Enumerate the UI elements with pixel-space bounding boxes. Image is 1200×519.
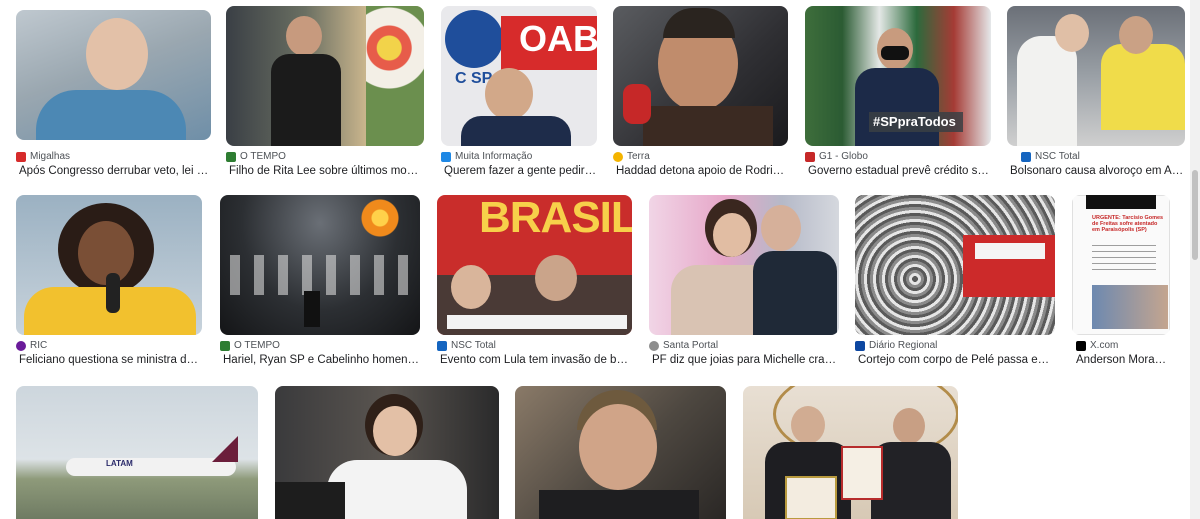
- source-favicon-icon: [220, 340, 230, 351]
- result-source: NSC Total: [1021, 151, 1080, 162]
- result-thumbnail[interactable]: [515, 386, 726, 519]
- result-source: Terra: [613, 151, 650, 162]
- result-thumbnail[interactable]: BRASIL: [437, 195, 632, 335]
- source-favicon-icon: [441, 151, 451, 162]
- result-thumbnail[interactable]: [649, 195, 839, 335]
- result-source: O TEMPO: [226, 151, 286, 162]
- result-title[interactable]: Haddad detona apoio de Rodrig...: [616, 165, 788, 177]
- result-source: Santa Portal: [649, 340, 718, 351]
- brasil-banner-text: BRASIL: [479, 195, 632, 242]
- source-favicon-icon: [16, 340, 26, 351]
- result-title[interactable]: PF diz que joias para Michelle crav...: [652, 354, 839, 366]
- result-source: RIC: [16, 340, 47, 351]
- source-favicon-icon: [226, 151, 236, 162]
- hashtag-overlay: #SPpraTodos: [873, 114, 956, 129]
- source-favicon-icon: [613, 151, 623, 162]
- result-title[interactable]: Feliciano questiona se ministra da ...: [19, 354, 202, 366]
- result-thumbnail[interactable]: [220, 195, 420, 335]
- result-thumbnail[interactable]: [1007, 6, 1185, 146]
- result-thumbnail[interactable]: #SPpraTodos: [805, 6, 991, 146]
- scrollbar[interactable]: [1190, 0, 1200, 519]
- result-title[interactable]: Querem fazer a gente pedir ...: [444, 165, 597, 177]
- source-favicon-icon: [805, 151, 815, 162]
- result-title[interactable]: Bolsonaro causa alvoroço em Ap...: [1010, 165, 1185, 177]
- result-source: O TEMPO: [220, 340, 280, 351]
- result-title[interactable]: Filho de Rita Lee sobre últimos mom...: [229, 165, 424, 177]
- result-thumbnail[interactable]: [613, 6, 788, 146]
- result-thumbnail[interactable]: [226, 6, 424, 146]
- result-thumbnail[interactable]: [275, 386, 499, 519]
- result-source: Migalhas: [16, 151, 70, 162]
- result-source: NSC Total: [437, 340, 496, 351]
- result-thumbnail[interactable]: [16, 10, 211, 140]
- source-favicon-icon: [437, 340, 447, 351]
- result-source: Muita Informação: [441, 151, 532, 162]
- result-title[interactable]: Hariel, Ryan SP e Cabelinho homenag...: [223, 354, 420, 366]
- tweet-headline: URGENTE: Tarcísio Gomes de Freitas sofre…: [1092, 215, 1164, 233]
- oab-logo-text: OAB: [519, 18, 597, 59]
- source-favicon-icon: [1021, 151, 1031, 162]
- result-title[interactable]: Após Congresso derrubar veto, lei P...: [19, 165, 209, 177]
- result-thumbnail[interactable]: [855, 195, 1055, 335]
- result-source: X.com: [1076, 340, 1118, 351]
- source-favicon-icon: [1076, 340, 1086, 351]
- result-source: G1 - Globo: [805, 151, 868, 162]
- result-thumbnail[interactable]: LATAM: [16, 386, 258, 519]
- airline-livery-text: LATAM: [106, 459, 133, 468]
- result-title[interactable]: Governo estadual prevê crédito su...: [808, 165, 991, 177]
- result-thumbnail[interactable]: OAB C SP: [441, 6, 597, 146]
- source-favicon-icon: [855, 340, 865, 351]
- result-title[interactable]: Anderson Moraes o...: [1076, 354, 1172, 366]
- result-thumbnail[interactable]: URGENTE: Tarcísio Gomes de Freitas sofre…: [1072, 195, 1170, 335]
- source-favicon-icon: [649, 340, 659, 351]
- result-thumbnail[interactable]: [16, 195, 202, 335]
- result-source: Diário Regional: [855, 340, 937, 351]
- result-thumbnail[interactable]: [743, 386, 958, 519]
- result-title[interactable]: Cortejo com corpo de Pelé passa em ...: [858, 354, 1055, 366]
- scrollbar-thumb[interactable]: [1192, 170, 1198, 260]
- source-favicon-icon: [16, 151, 26, 162]
- result-title[interactable]: Evento com Lula tem invasão de bol...: [440, 354, 632, 366]
